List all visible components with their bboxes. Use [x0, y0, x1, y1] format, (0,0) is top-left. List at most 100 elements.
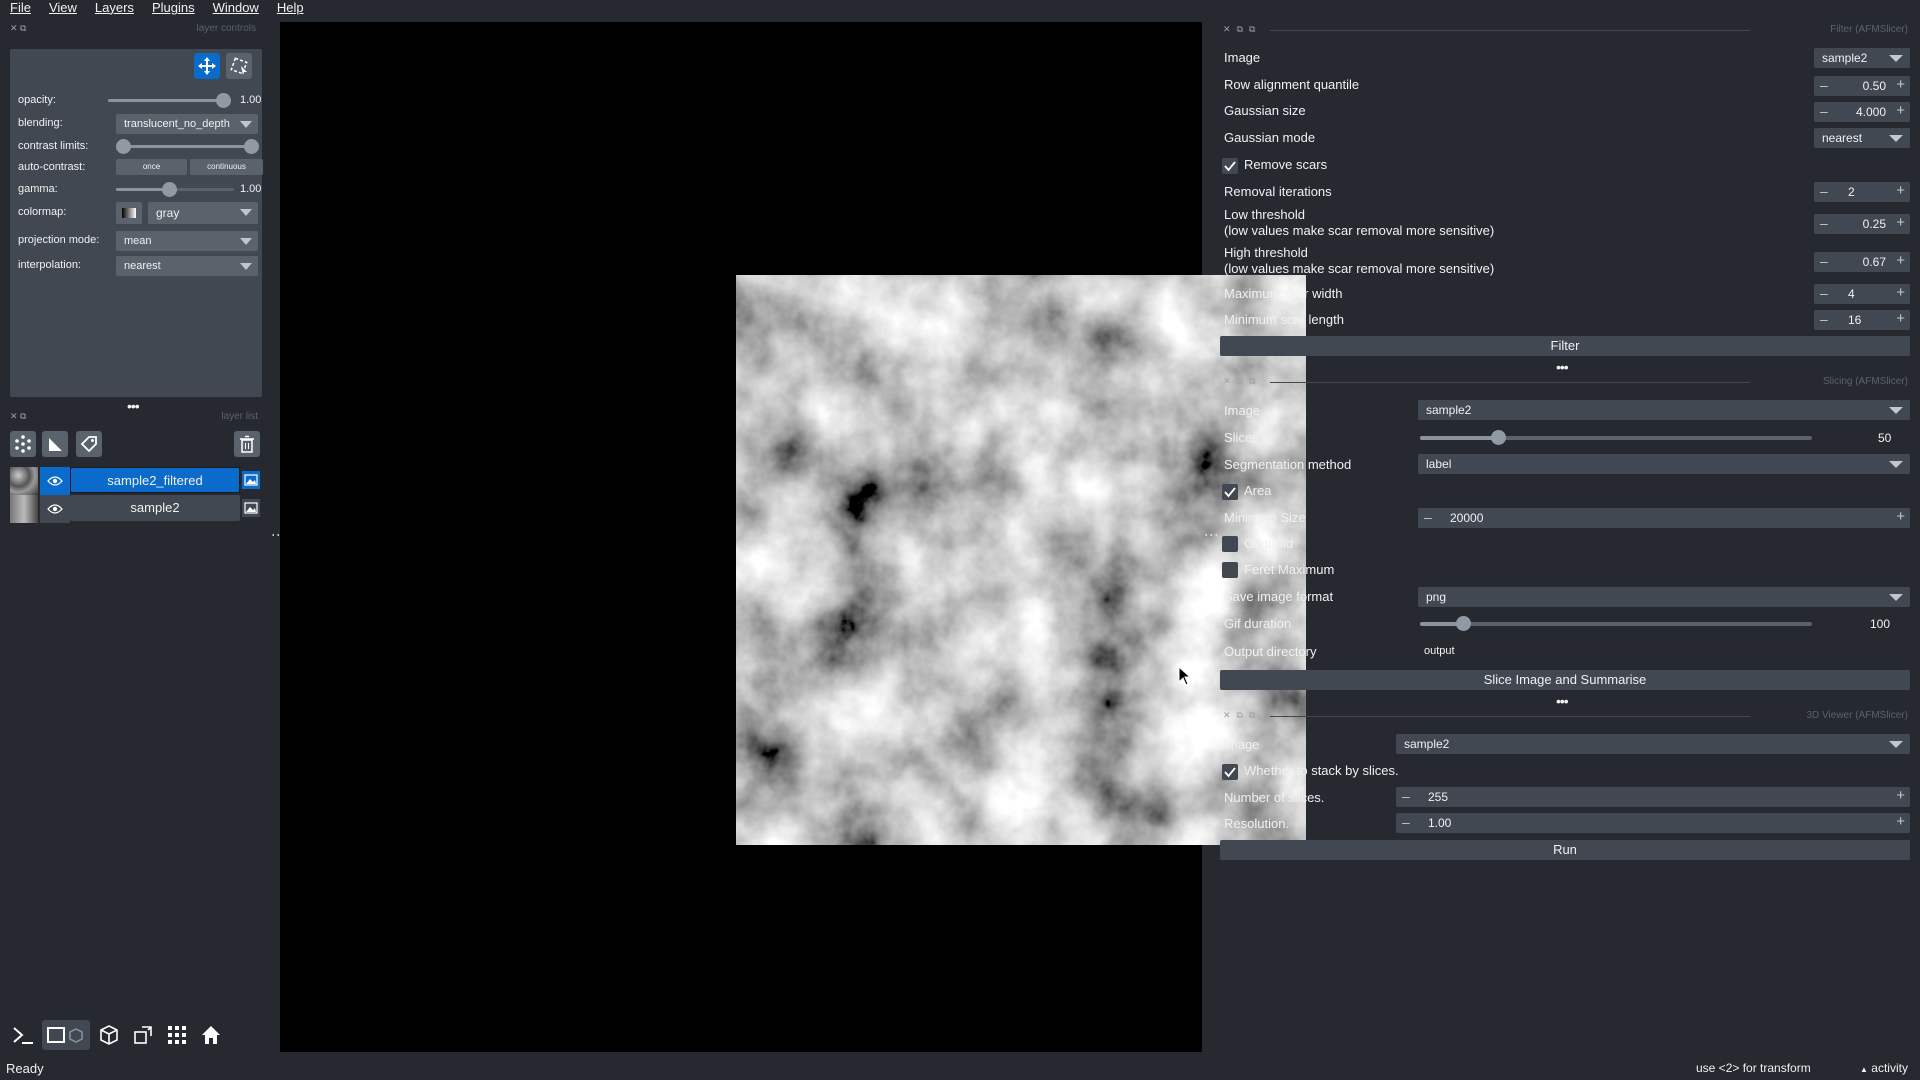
increment-icon[interactable]: + [1896, 310, 1905, 327]
home-button[interactable] [196, 1020, 226, 1050]
increment-icon[interactable]: + [1896, 787, 1905, 804]
increment-icon[interactable]: + [1896, 214, 1905, 231]
dock-buttons-icon[interactable]: ✕ ⧉ [10, 23, 26, 34]
viewer-canvas[interactable] [280, 22, 1306, 1052]
layer-name[interactable]: sample2 [70, 495, 240, 521]
max-scar-width-spinbox[interactable]: – 4 + [1814, 284, 1910, 304]
eye-icon [47, 504, 63, 514]
increment-icon[interactable]: + [1896, 508, 1905, 525]
dock-buttons-icon[interactable]: ✕⧉⧉ [1223, 24, 1261, 35]
new-points-layer-button[interactable] [10, 431, 36, 457]
decrement-icon[interactable]: – [1402, 814, 1410, 830]
filter-button[interactable]: Filter [1220, 336, 1910, 356]
decrement-icon[interactable]: – [1820, 311, 1828, 327]
decrement-icon[interactable]: – [1820, 215, 1828, 231]
decrement-icon[interactable]: – [1820, 285, 1828, 301]
auto-contrast-once-button[interactable]: once [116, 159, 187, 175]
high-threshold-spinbox[interactable]: – 0.67 + [1814, 252, 1910, 272]
menu-window[interactable]: Window [203, 0, 267, 16]
gif-duration-slider[interactable] [1420, 622, 1812, 626]
contrast-limits-slider[interactable] [123, 145, 251, 148]
min-size-spinbox[interactable]: – 20000 + [1418, 508, 1910, 528]
output-dir-input[interactable]: output [1418, 641, 1910, 661]
decrement-icon[interactable]: – [1402, 788, 1410, 804]
decrement-icon[interactable]: – [1424, 509, 1432, 525]
num-slices-spinbox[interactable]: – 255 + [1396, 787, 1910, 807]
increment-icon[interactable]: + [1896, 284, 1905, 301]
new-shapes-layer-button[interactable] [42, 431, 68, 457]
increment-icon[interactable]: + [1896, 76, 1905, 93]
opacity-handle[interactable] [216, 93, 231, 108]
centroid-checkbox[interactable] [1222, 536, 1238, 552]
remove-scars-checkbox[interactable] [1222, 158, 1238, 174]
dock-buttons-icon[interactable]: ✕⧉⧉ [1223, 376, 1261, 387]
area-checkbox[interactable] [1222, 484, 1238, 500]
min-scar-length-spinbox[interactable]: – 16 + [1814, 310, 1910, 330]
colormap-select[interactable]: gray [148, 202, 258, 224]
contrast-min-handle[interactable] [116, 139, 131, 154]
contrast-max-handle[interactable] [244, 139, 259, 154]
increment-icon[interactable]: + [1896, 182, 1905, 199]
resolution-spinbox[interactable]: – 1.00 + [1396, 813, 1910, 833]
grid-button[interactable] [162, 1020, 192, 1050]
right-dock-splitter[interactable]: ⋮ [1204, 528, 1220, 542]
increment-icon[interactable]: + [1896, 813, 1905, 830]
area-label: Area [1244, 483, 1272, 498]
increment-icon[interactable]: + [1896, 252, 1905, 269]
projection-mode-select[interactable]: mean [116, 231, 258, 251]
gamma-handle[interactable] [162, 182, 177, 197]
increment-icon[interactable]: + [1896, 102, 1905, 119]
low-threshold-spinbox[interactable]: – 0.25 + [1814, 214, 1910, 234]
auto-contrast-continuous-button[interactable]: continuous [190, 159, 263, 175]
blending-select[interactable]: translucent_no_depth [116, 114, 258, 134]
slices-handle[interactable] [1491, 430, 1506, 445]
decrement-icon[interactable]: – [1820, 183, 1828, 199]
transform-button[interactable] [226, 53, 252, 79]
panel-resize-handle[interactable]: ••• [1556, 359, 1569, 375]
segmentation-select[interactable]: label [1418, 454, 1910, 474]
new-labels-layer-button[interactable] [76, 431, 102, 457]
layer-row-sample2-filtered[interactable]: sample2_filtered [10, 466, 262, 496]
activity-button[interactable]: ▲ activity [1860, 1061, 1908, 1075]
removal-iterations-spinbox[interactable]: – 2 + [1814, 182, 1910, 202]
layer-name[interactable]: sample2_filtered [70, 467, 240, 493]
menu-layers[interactable]: Layers [85, 0, 142, 16]
slicing-image-select[interactable]: sample2 [1418, 400, 1910, 420]
menu-plugins[interactable]: Plugins [142, 0, 203, 16]
menu-help[interactable]: Help [267, 0, 312, 16]
gaussian-size-spinbox[interactable]: – 4.000 + [1814, 102, 1910, 122]
decrement-icon[interactable]: – [1820, 77, 1828, 93]
ndisplay-button[interactable] [42, 1020, 90, 1050]
visibility-toggle[interactable] [40, 495, 70, 523]
layer-controls-header: ✕ ⧉ layer controls [10, 22, 262, 36]
console-button[interactable] [8, 1020, 38, 1050]
menu-view[interactable]: View [39, 0, 85, 16]
pan-zoom-button[interactable] [194, 53, 220, 79]
layer-row-sample2[interactable]: sample2 [10, 494, 262, 524]
dock-buttons-icon[interactable]: ✕ ⧉ [10, 411, 26, 422]
transform-icon [230, 57, 248, 75]
save-format-select[interactable]: png [1418, 587, 1910, 607]
visibility-toggle[interactable] [40, 467, 70, 495]
transpose-button[interactable] [128, 1020, 158, 1050]
grid-icon [168, 1026, 186, 1044]
filter-image-select[interactable]: sample2 [1814, 48, 1910, 68]
decrement-icon[interactable]: – [1820, 103, 1828, 119]
decrement-icon[interactable]: – [1820, 253, 1828, 269]
interpolation-select[interactable]: nearest [116, 256, 258, 276]
slice-image-button[interactable]: Slice Image and Summarise [1220, 670, 1910, 690]
activity-label: activity [1871, 1061, 1908, 1075]
run-button[interactable]: Run [1220, 840, 1910, 860]
gif-duration-handle[interactable] [1456, 616, 1471, 631]
dock-buttons-icon[interactable]: ✕⧉⧉ [1223, 710, 1261, 721]
feret-checkbox[interactable] [1222, 562, 1238, 578]
shapes-icon [49, 438, 62, 451]
row-alignment-spinbox[interactable]: – 0.50 + [1814, 76, 1910, 96]
roll-dimensions-button[interactable] [94, 1020, 124, 1050]
viewer3d-image-select[interactable]: sample2 [1396, 734, 1910, 754]
stack-checkbox[interactable] [1222, 764, 1238, 780]
delete-layer-button[interactable] [234, 431, 260, 457]
panel-resize-handle[interactable]: ••• [1556, 693, 1569, 709]
gaussian-mode-select[interactable]: nearest [1814, 128, 1910, 148]
menu-file[interactable]: File [0, 0, 39, 16]
